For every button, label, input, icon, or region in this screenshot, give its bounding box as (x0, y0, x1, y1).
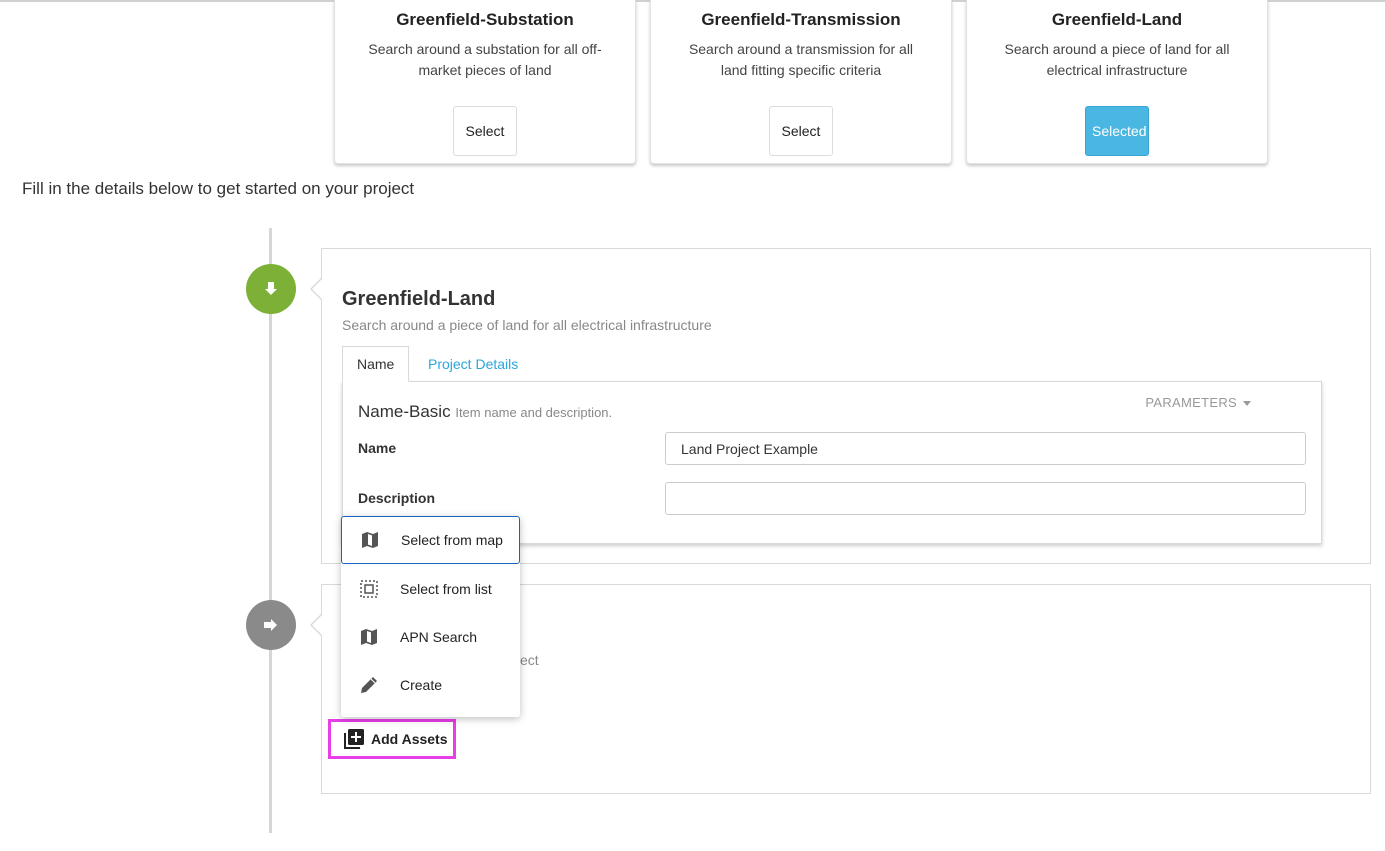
map-icon (358, 626, 380, 648)
menu-item-create[interactable]: Create (341, 661, 520, 709)
add-assets-label: Add Assets (371, 731, 448, 747)
parameters-dropdown[interactable]: PARAMETERS (1145, 395, 1251, 410)
parameters-label: PARAMETERS (1145, 395, 1237, 410)
card-greenfield-land: Greenfield-Land Search around a piece of… (966, 0, 1268, 164)
menu-item-label: APN Search (400, 629, 478, 645)
arrow-down-icon (265, 282, 277, 295)
panel-subtitle: ect (520, 652, 539, 668)
library-add-icon (344, 729, 364, 749)
name-label: Name (358, 440, 397, 456)
card-description: Search around a piece of land for all el… (1004, 41, 1230, 78)
description-label: Description (358, 490, 436, 506)
select-list-icon (358, 578, 380, 600)
step2-badge (246, 600, 296, 650)
select-substation-button[interactable]: Select (453, 106, 517, 156)
tab-project-details[interactable]: Project Details (428, 347, 518, 381)
panel-pointer-inner (312, 614, 323, 636)
form-title: Name-Basic Item name and description. (358, 402, 612, 422)
arrow-right-icon (264, 619, 277, 631)
card-description: Search around a transmission for all lan… (688, 41, 914, 78)
card-description: Search around a substation for all off-m… (368, 41, 602, 78)
description-input[interactable] (665, 482, 1306, 515)
name-input[interactable] (665, 432, 1306, 465)
card-greenfield-transmission: Greenfield-Transmission Search around a … (650, 0, 952, 164)
caret-down-icon (1243, 401, 1251, 407)
selected-land-button[interactable]: Selected (1085, 106, 1149, 156)
form-title-hint: Item name and description. (455, 405, 613, 420)
intro-text: Fill in the details below to get started… (22, 179, 415, 198)
timeline-line (269, 228, 272, 833)
add-assets-menu: Select from map Select from list APN Sea… (341, 516, 520, 717)
card-title: Greenfield-Transmission (701, 10, 901, 29)
add-assets-button[interactable]: Add Assets (328, 719, 456, 759)
panel-title: Greenfield-Land (342, 288, 496, 310)
menu-item-select-from-list[interactable]: Select from list (341, 565, 520, 613)
menu-item-label: Create (400, 677, 443, 693)
panel-pointer-inner (312, 278, 323, 300)
step1-badge (246, 264, 296, 314)
select-transmission-button[interactable]: Select (769, 106, 833, 156)
menu-item-select-from-map[interactable]: Select from map (341, 516, 520, 564)
pencil-icon (358, 674, 380, 696)
card-title: Greenfield-Land (1051, 10, 1183, 29)
form-title-text: Name-Basic (358, 402, 451, 421)
menu-item-label: Select from map (401, 532, 503, 548)
panel-subtitle: Search around a piece of land for all el… (342, 317, 712, 333)
map-icon (359, 529, 381, 551)
menu-item-apn-search[interactable]: APN Search (341, 613, 520, 661)
card-greenfield-substation: Greenfield-Substation Search around a su… (334, 0, 636, 164)
tab-name[interactable]: Name (342, 346, 410, 382)
menu-item-label: Select from list (400, 581, 492, 597)
card-title: Greenfield-Substation (396, 10, 574, 29)
